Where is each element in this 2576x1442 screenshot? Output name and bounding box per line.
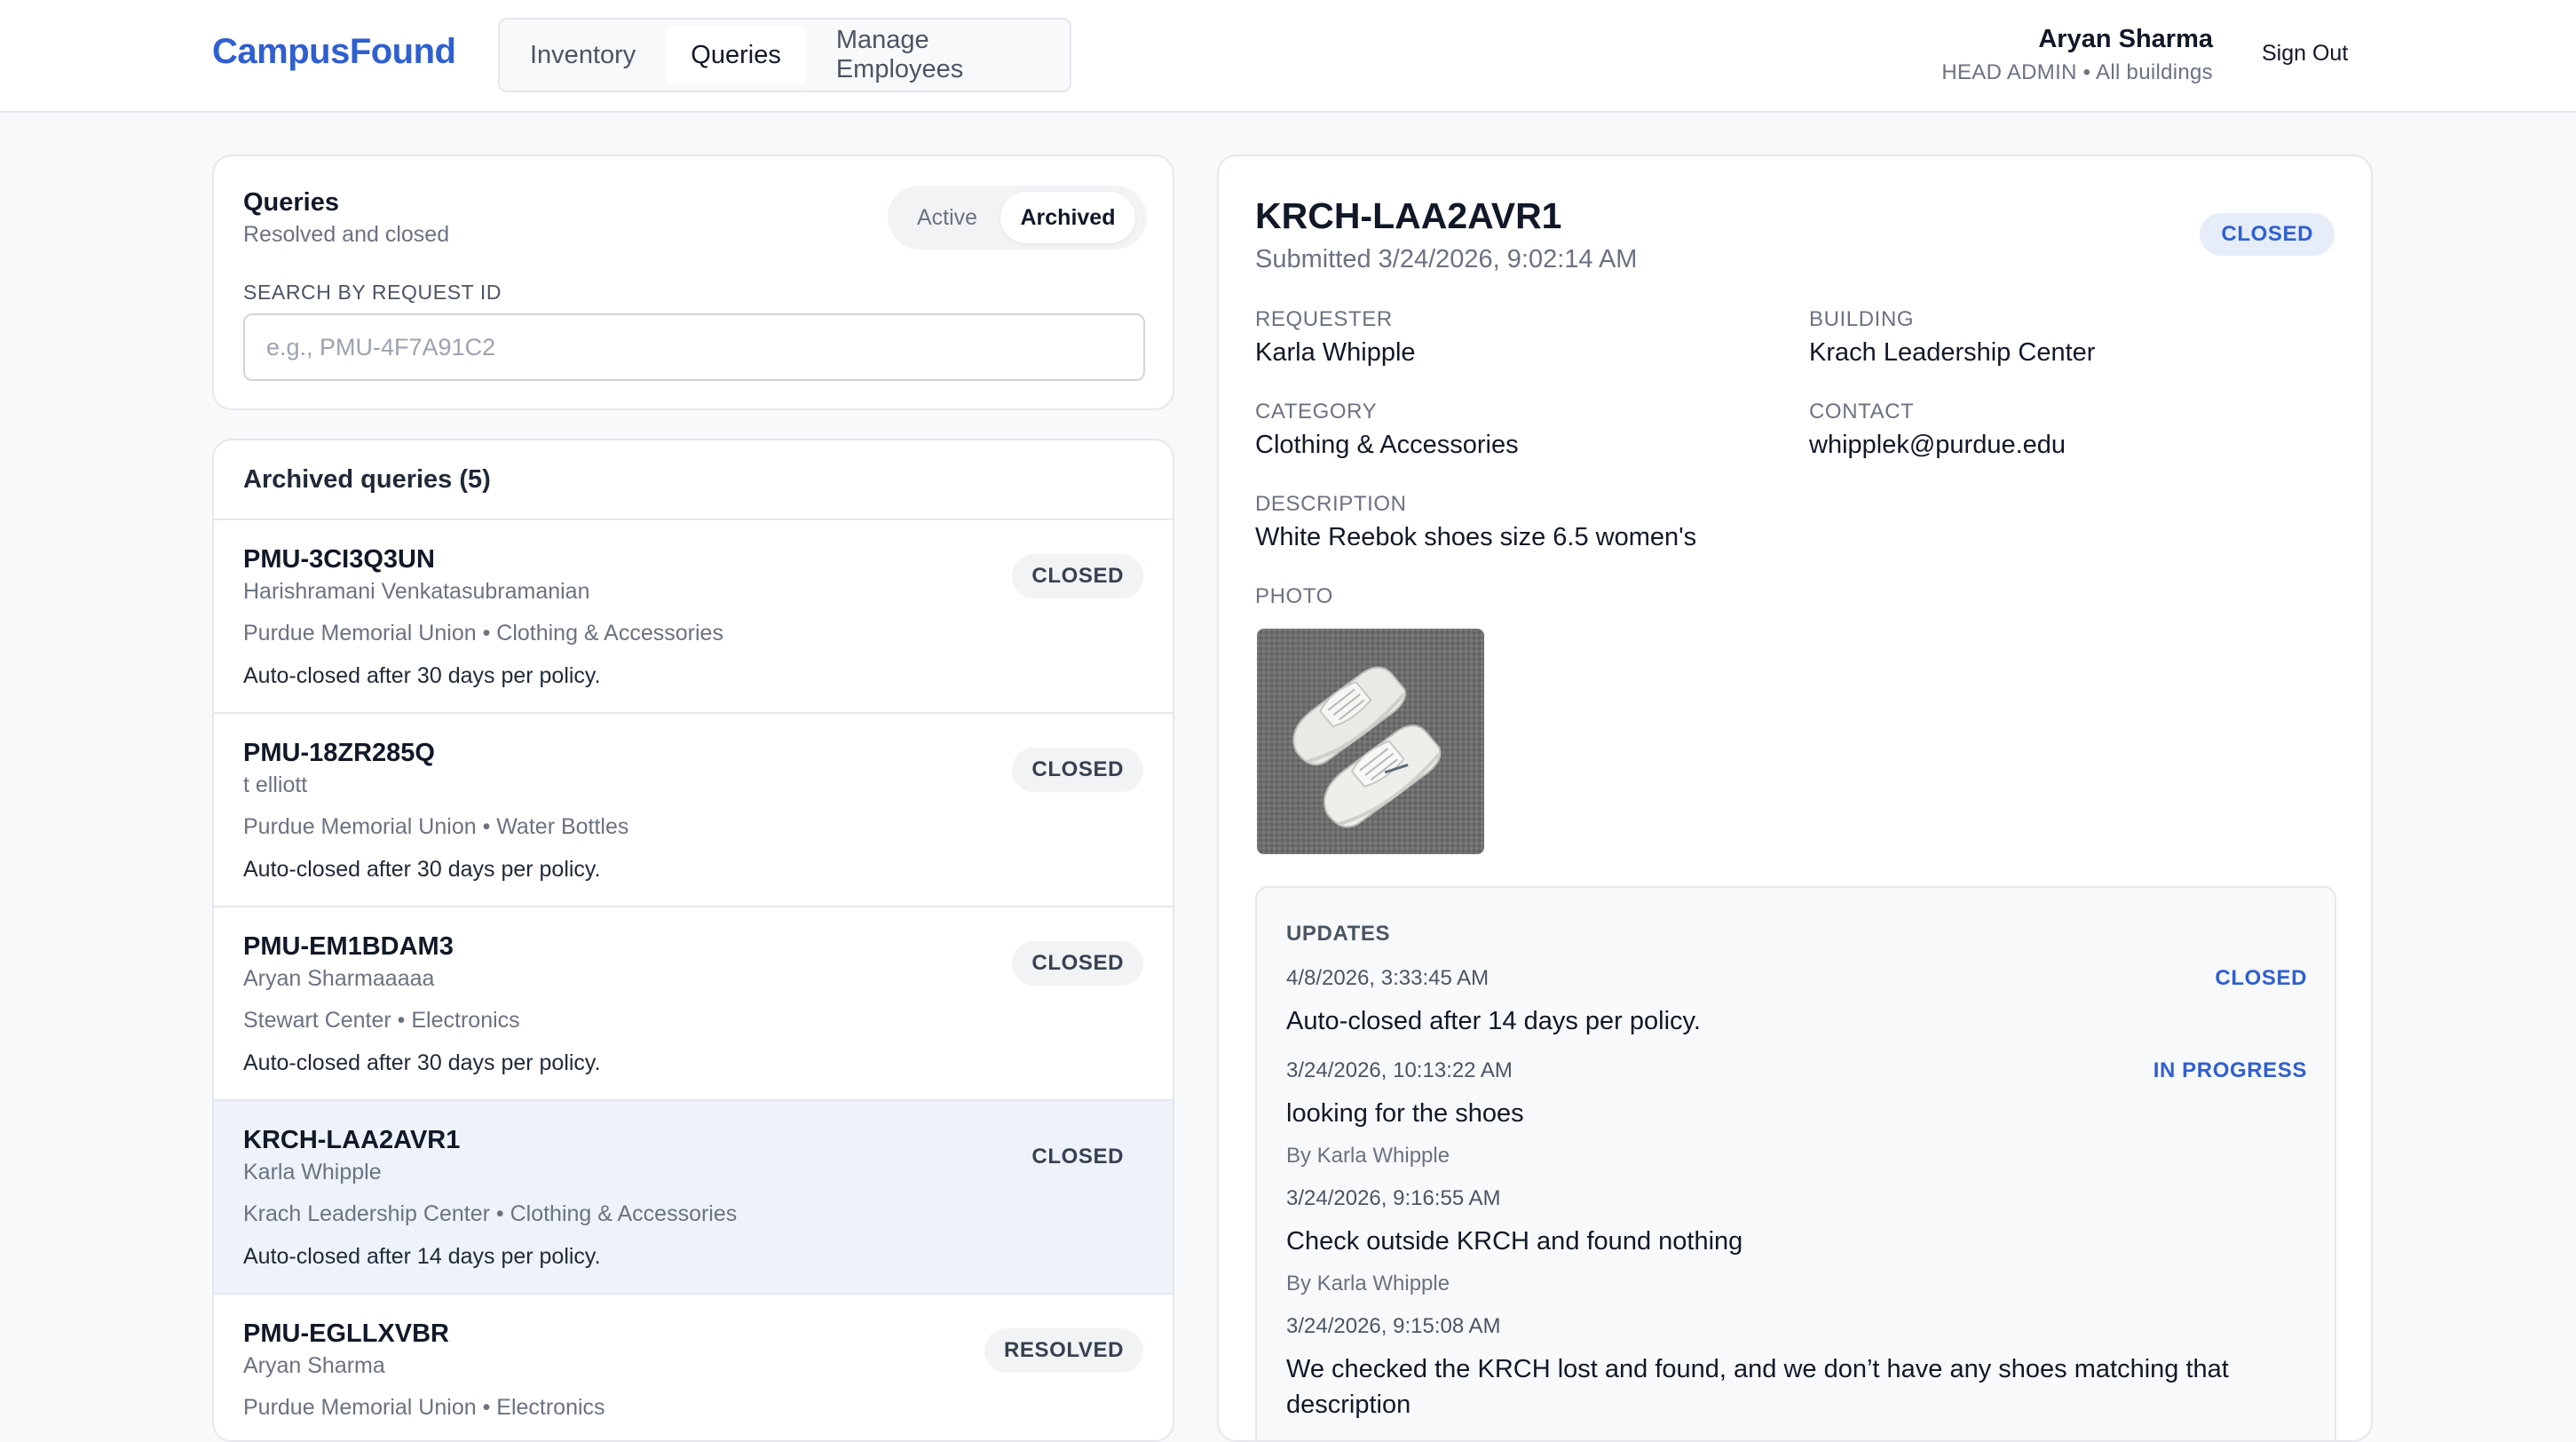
detail-submitted-date: Submitted 3/24/2026, 9:02:14 AM xyxy=(1255,245,1638,273)
update-text: We checked the KRCH lost and found, and … xyxy=(1286,1355,2229,1419)
status-badge: CLOSED xyxy=(1012,941,1143,986)
query-requester: Harishramani Venkatasubramanian xyxy=(243,579,590,604)
query-meta: Krach Leadership Center • Clothing & Acc… xyxy=(243,1201,738,1226)
update-entry: 4/8/2026, 3:33:45 AM Auto-closed after 1… xyxy=(1286,966,2307,1039)
query-list-item[interactable]: PMU-3CI3Q3UN Harishramani Venkatasubrama… xyxy=(214,520,1173,714)
query-detail-panel: KRCH-LAA2AVR1 Submitted 3/24/2026, 9:02:… xyxy=(1217,154,2373,1442)
building-label: BUILDING xyxy=(1809,307,1915,331)
query-requester: Karla Whipple xyxy=(243,1160,382,1184)
query-list-item[interactable]: PMU-EM1BDAM3 Aryan Sharmaaaaa Stewart Ce… xyxy=(214,907,1173,1101)
toggle-active-button[interactable]: Active xyxy=(894,192,1000,243)
requester-value: Karla Whipple xyxy=(1255,338,1416,367)
description-label: DESCRIPTION xyxy=(1255,492,1407,516)
query-meta: Purdue Memorial Union • Clothing & Acces… xyxy=(243,621,723,646)
query-requester: Aryan Sharmaaaaa xyxy=(243,966,435,991)
query-list-item[interactable]: PMU-18ZR285Q t elliott Purdue Memorial U… xyxy=(214,714,1173,907)
query-meta: Purdue Memorial Union • Water Bottles xyxy=(243,814,629,839)
status-badge: CLOSED xyxy=(1012,748,1143,792)
contact-label: CONTACT xyxy=(1809,400,1915,424)
item-photo[interactable] xyxy=(1257,629,1484,854)
update-entry: 3/24/2026, 9:16:55 AM Check outside KRCH… xyxy=(1286,1186,2307,1296)
query-id: PMU-EM1BDAM3 xyxy=(243,932,454,961)
query-requester: Aryan Sharma xyxy=(243,1353,385,1378)
toggle-archived-button[interactable]: Archived xyxy=(1000,192,1135,243)
query-id: KRCH-LAA2AVR1 xyxy=(243,1126,461,1154)
queries-subtitle: Resolved and closed xyxy=(243,222,450,247)
tab-queries[interactable]: Queries xyxy=(666,26,806,84)
archived-list-header: Archived queries (5) xyxy=(214,440,1173,520)
query-note: Auto-closed after 14 days per policy. xyxy=(243,1244,601,1269)
search-label: SEARCH BY REQUEST ID xyxy=(243,281,502,304)
shoes-photo-image xyxy=(1257,629,1484,854)
status-badge: CLOSED xyxy=(1012,554,1143,598)
update-status: IN PROGRESS xyxy=(2153,1058,2307,1082)
update-timestamp: 3/24/2026, 9:16:55 AM xyxy=(1286,1186,1501,1210)
update-text: looking for the shoes xyxy=(1286,1099,1524,1128)
requester-label: REQUESTER xyxy=(1255,307,1393,331)
tab-manage-employees[interactable]: Manage Employees xyxy=(811,26,1064,84)
sign-out-button[interactable]: Sign Out xyxy=(2262,41,2348,67)
query-note: Auto-closed after 30 days per policy. xyxy=(243,1050,601,1075)
building-value: Krach Leadership Center xyxy=(1809,338,2096,367)
archived-queries-list: Archived queries (5) PMU-3CI3Q3UN Harish… xyxy=(212,439,1174,1442)
query-id: PMU-18ZR285Q xyxy=(243,739,435,767)
queries-title: Queries xyxy=(243,188,339,217)
query-requester: t elliott xyxy=(243,772,308,797)
user-role: HEAD ADMIN • All buildings xyxy=(1941,60,2213,84)
category-label: CATEGORY xyxy=(1255,400,1378,424)
detail-status-badge: CLOSED xyxy=(2200,213,2335,256)
update-status: CLOSED xyxy=(2215,966,2307,990)
status-badge: CLOSED xyxy=(1031,1145,1124,1169)
category-value: Clothing & Accessories xyxy=(1255,431,1519,459)
request-id-search-input[interactable] xyxy=(243,313,1145,381)
update-timestamp: 3/24/2026, 9:15:08 AM xyxy=(1286,1314,1501,1338)
update-author: By Karla Whipple xyxy=(1286,1272,1450,1295)
main-nav-tabs: Inventory Queries Manage Employees xyxy=(498,18,1071,92)
updates-title: UPDATES xyxy=(1286,922,1391,946)
query-id: PMU-EGLLXVBR xyxy=(243,1319,449,1348)
update-entry: 3/24/2026, 9:15:08 AM We checked the KRC… xyxy=(1286,1314,2263,1422)
user-name: Aryan Sharma xyxy=(2038,25,2213,53)
update-text: Check outside KRCH and found nothing xyxy=(1286,1227,1743,1256)
query-list-item-selected[interactable]: KRCH-LAA2AVR1 Karla Whipple Krach Leader… xyxy=(214,1101,1173,1295)
tab-inventory[interactable]: Inventory xyxy=(505,26,660,84)
active-archived-toggle: Active Archived xyxy=(888,186,1147,250)
update-timestamp: 4/8/2026, 3:33:45 AM xyxy=(1286,966,1489,990)
detail-request-id: KRCH-LAA2AVR1 xyxy=(1255,195,1562,236)
query-meta: Stewart Center • Electronics xyxy=(243,1008,520,1033)
queries-filter-card: Queries Resolved and closed Active Archi… xyxy=(212,154,1174,410)
query-id: PMU-3CI3Q3UN xyxy=(243,545,435,574)
photo-label: PHOTO xyxy=(1255,584,1333,608)
update-text: Auto-closed after 14 days per policy. xyxy=(1286,1007,1701,1035)
update-author: By Karla Whipple xyxy=(1286,1144,1450,1168)
query-note: Auto-closed after 30 days per policy. xyxy=(243,857,601,882)
contact-value: whipplek@purdue.edu xyxy=(1809,431,2066,459)
query-meta: Purdue Memorial Union • Electronics xyxy=(243,1395,605,1420)
description-value: White Reebok shoes size 6.5 women's xyxy=(1255,523,1697,551)
top-navigation-bar: CampusFound Inventory Queries Manage Emp… xyxy=(0,0,2576,113)
brand-logo[interactable]: CampusFound xyxy=(212,32,456,72)
query-list-item[interactable]: PMU-EGLLXVBR Aryan Sharma Purdue Memoria… xyxy=(214,1295,1173,1440)
updates-section: UPDATES 4/8/2026, 3:33:45 AM Auto-closed… xyxy=(1255,886,2336,1440)
status-badge: RESOLVED xyxy=(984,1328,1143,1373)
update-entry: 3/24/2026, 10:13:22 AM looking for the s… xyxy=(1286,1058,2307,1169)
query-note: Auto-closed after 30 days per policy. xyxy=(243,663,601,688)
